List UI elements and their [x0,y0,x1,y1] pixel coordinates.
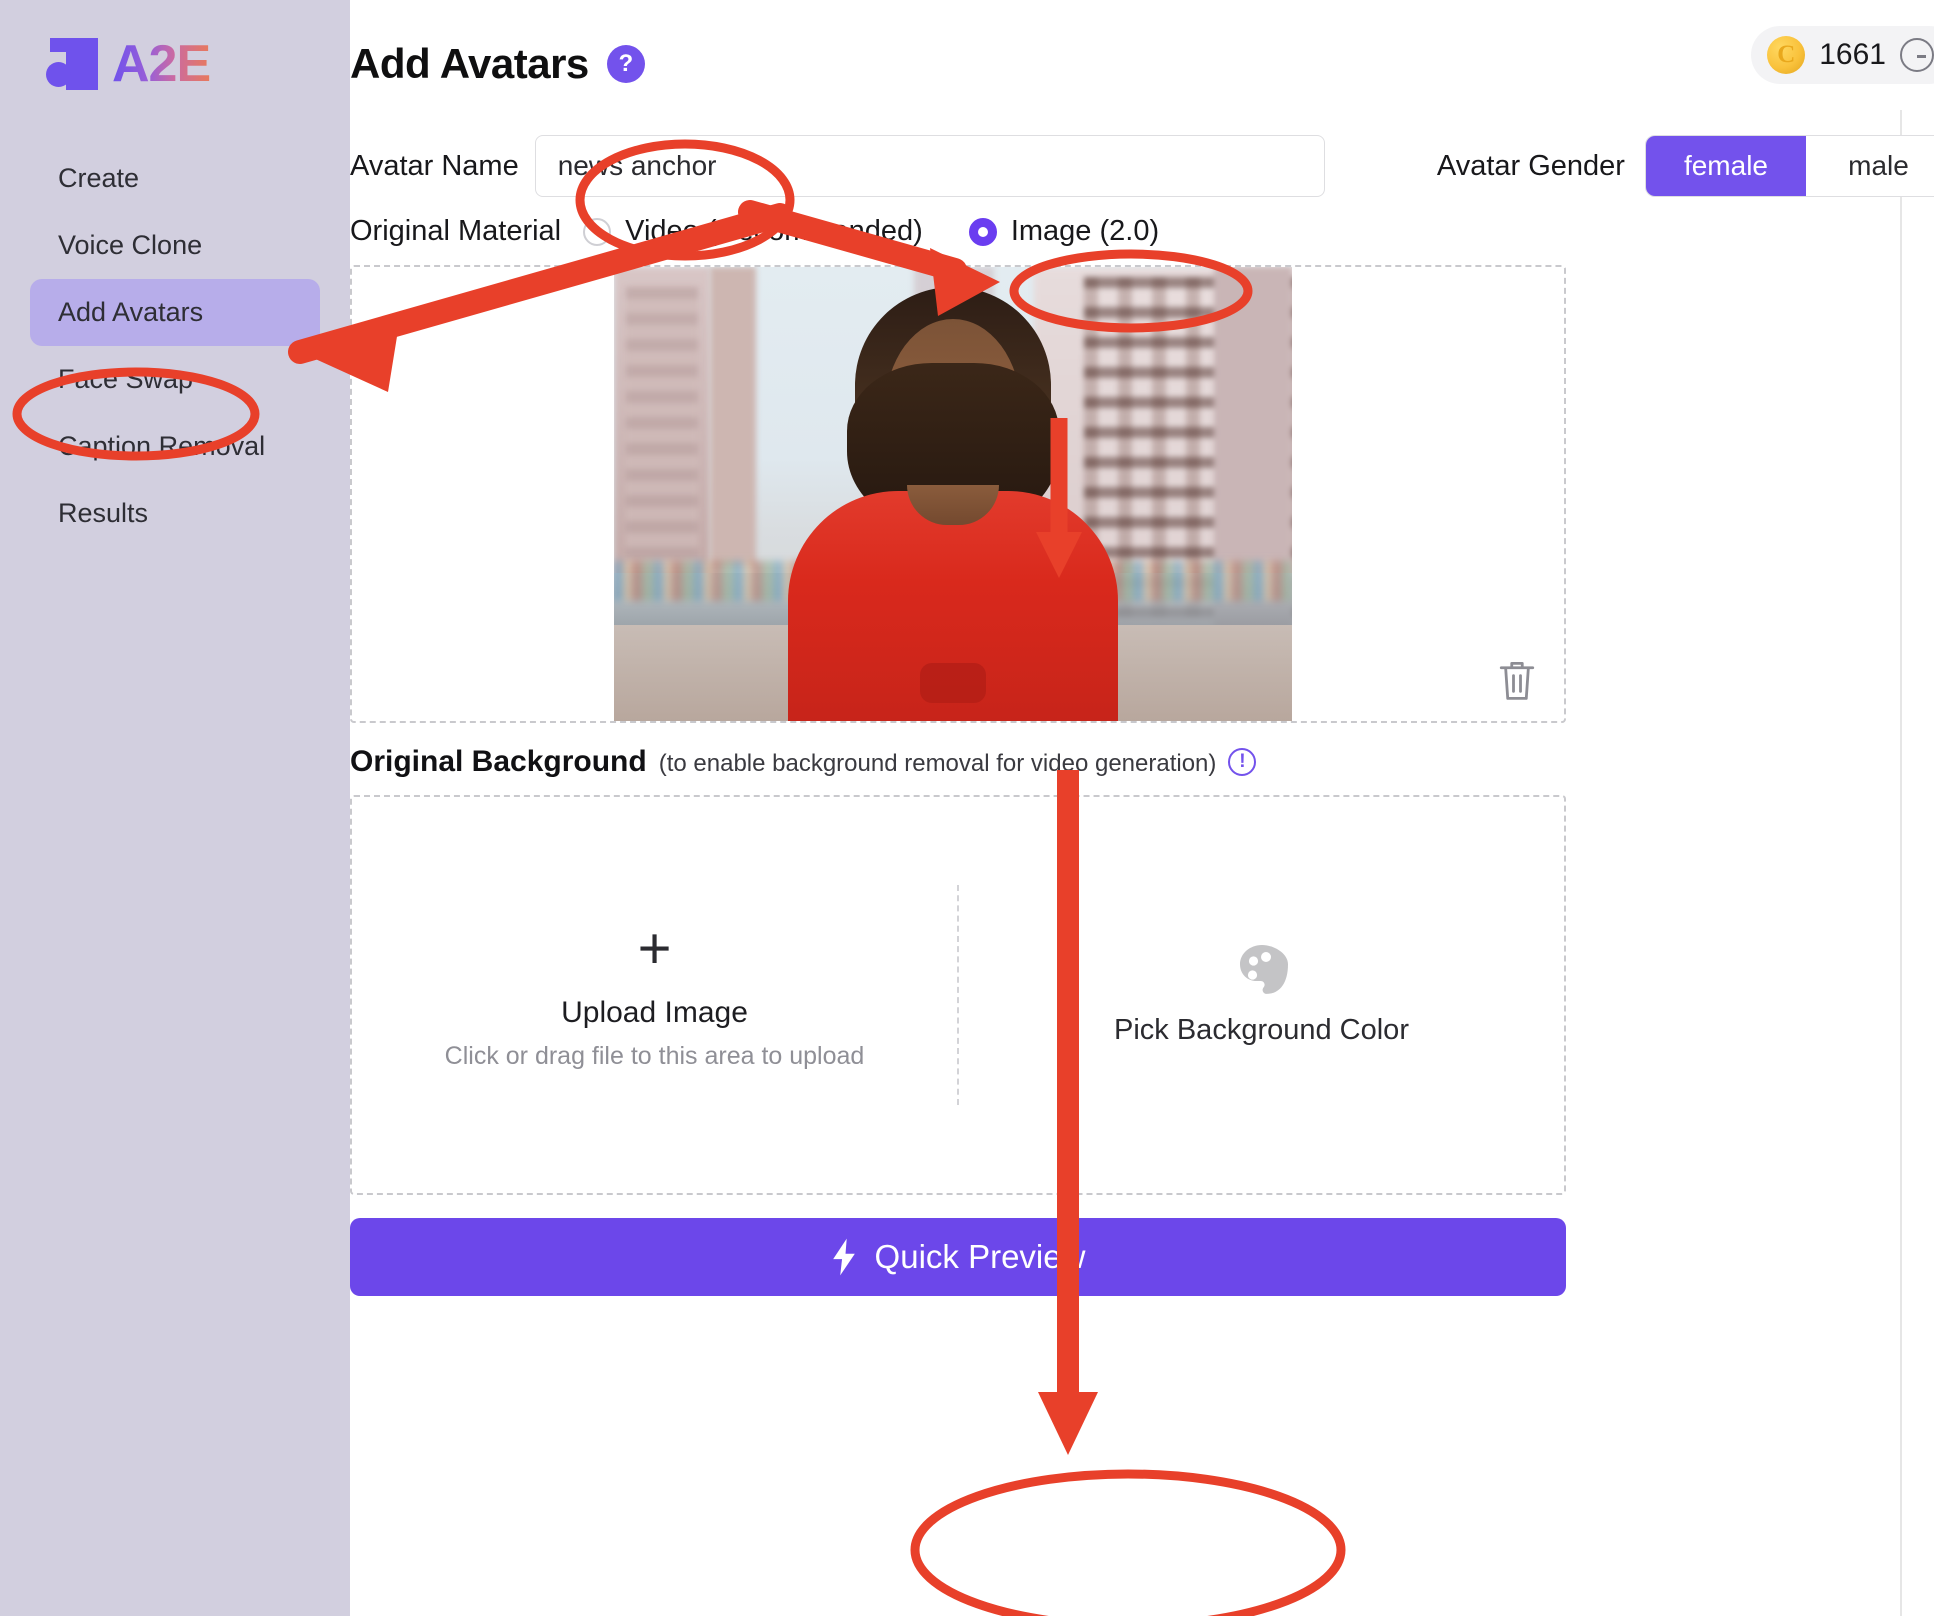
logo-text: A2E [112,38,210,90]
upload-image-title: Upload Image [561,996,748,1030]
pick-background-color-title: Pick Background Color [1114,1014,1409,1047]
original-background-hint: (to enable background removal for video … [659,750,1217,778]
radio-label: Video (Recommended) [625,215,923,248]
gender-option-male[interactable]: male [1806,136,1934,196]
original-background-box: + Upload Image Click or drag file to thi… [350,795,1566,1195]
main-content: Add Avatars ? C 1661 Avatar Name Avatar … [350,0,1934,1616]
plus-icon: + [638,920,672,978]
clock-icon[interactable] [1900,38,1934,72]
credits-badge[interactable]: C 1661 [1751,26,1934,84]
sidebar-item-create[interactable]: Create [30,145,320,212]
sidebar-item-label: Results [58,498,148,528]
lightning-bolt-icon [831,1238,857,1276]
radio-unselected-icon [583,218,611,246]
a2e-logo-mark-icon [44,38,98,90]
sidebar-item-face-swap[interactable]: Face Swap [30,346,320,413]
app-logo[interactable]: A2E [44,38,210,90]
sidebar-item-voice-clone[interactable]: Voice Clone [30,212,320,279]
avatar-gender-row: Avatar Gender female male [1437,135,1934,197]
upload-image-subtitle: Click or drag file to this area to uploa… [445,1042,865,1071]
pick-background-color-option[interactable]: Pick Background Color [959,797,1564,1193]
credit-count: 1661 [1819,38,1886,72]
radio-option-video[interactable]: Video (Recommended) [583,215,923,248]
gender-option-female[interactable]: female [1646,136,1806,196]
sidebar: A2E Create Voice Clone Add Avatars Face … [0,0,350,1616]
gender-toggle: female male [1645,135,1934,197]
sidebar-item-label: Caption Removal [58,431,265,461]
radio-selected-icon [969,218,997,246]
avatar-name-label: Avatar Name [350,150,519,183]
sidebar-item-caption-removal[interactable]: Caption Removal [30,413,320,480]
original-background-header: Original Background (to enable backgroun… [306,745,1256,779]
avatar-name-row: Avatar Name [306,135,1325,197]
original-background-label: Original Background [350,745,647,779]
help-icon[interactable]: ? [607,45,645,83]
delete-icon[interactable] [1496,657,1538,703]
sidebar-nav: Create Voice Clone Add Avatars Face Swap… [0,145,350,547]
info-icon[interactable]: ! [1228,748,1256,776]
avatar-preview-photo [614,267,1292,721]
avatar-image-preview-area[interactable] [350,265,1566,723]
sidebar-item-results[interactable]: Results [30,480,320,547]
page-header: Add Avatars ? [306,40,645,88]
upload-image-dropzone[interactable]: + Upload Image Click or drag file to thi… [352,797,957,1193]
avatar-name-input[interactable] [535,135,1325,197]
sidebar-item-add-avatars[interactable]: Add Avatars [30,279,320,346]
coin-icon: C [1767,36,1805,74]
sidebar-item-label: Add Avatars [58,297,203,327]
sidebar-item-label: Face Swap [58,364,193,394]
original-material-row: Original Material Video (Recommended) Im… [306,215,1159,248]
radio-option-image[interactable]: Image (2.0) [969,215,1159,248]
sidebar-item-label: Voice Clone [58,230,202,260]
app-root: A2E Create Voice Clone Add Avatars Face … [0,0,1934,1616]
original-material-label: Original Material [350,215,561,248]
avatar-gender-label: Avatar Gender [1437,150,1625,183]
palette-icon [1235,944,1289,994]
quick-preview-label: Quick Preview [875,1238,1086,1276]
radio-label: Image (2.0) [1011,215,1159,248]
quick-preview-button[interactable]: Quick Preview [350,1218,1566,1296]
page-title: Add Avatars [350,40,589,88]
page-scrollbar[interactable] [1900,110,1902,1616]
sidebar-item-label: Create [58,163,139,193]
material-radio-group: Video (Recommended) Image (2.0) [583,215,1159,248]
